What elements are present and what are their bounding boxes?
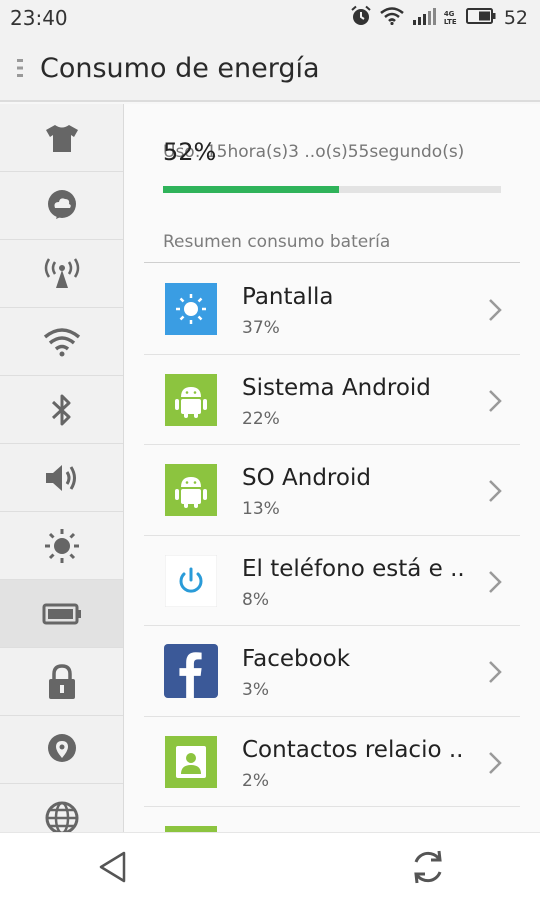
power-icon [164,554,218,608]
chevron-right-icon [489,480,502,502]
brightness-sun-icon [164,282,218,336]
sidebar-item-cloud[interactable] [0,172,123,240]
menu-handle-icon[interactable] [0,56,40,80]
status-bar: 23:40 4G LTE 52 [0,0,540,36]
item-percent: 8% [242,589,269,610]
battery-icon [42,603,81,624]
volume-icon [45,464,76,491]
item-name: Contactos relacio .. [242,736,464,763]
alarm-icon [350,5,372,31]
sidebar-item-sound[interactable] [0,444,123,512]
list-item[interactable]: Pantalla 37% [144,264,520,355]
sidebar-item-location[interactable] [0,716,123,784]
android-icon [164,373,218,427]
battery-level: 52 [503,7,528,29]
section-divider [144,262,520,263]
back-button[interactable] [96,849,130,889]
section-header: Resumen consumo batería [163,232,391,252]
status-icons: 4G LTE 52 [350,5,528,31]
battery-progress-bar [163,186,501,193]
chevron-right-icon [489,570,502,593]
facebook-icon [164,644,218,698]
lock-icon [48,663,75,699]
chevron-right-icon [489,389,502,412]
status-time: 23:40 [10,6,68,30]
sidebar-item-security[interactable] [0,648,123,716]
tshirt-icon [45,124,78,152]
battery-progress-fill [163,186,339,193]
app-bar: Consumo de energía [0,36,540,102]
sidebar-item-language[interactable] [0,784,123,832]
item-name: SO Android [242,465,371,491]
item-percent: 22% [242,408,280,429]
item-percent: 37% [242,318,280,338]
wifi-icon [43,327,80,356]
battery-usage-panel: Uso: 15hora(s)3 ..o(s)55segundo(s) 52% R… [124,104,540,832]
android-icon [164,463,218,517]
signal-icon [412,7,436,29]
consumption-list: Pantalla 37% Sistema Android 22% SO Andr… [144,264,520,832]
navigation-bar [0,832,540,900]
sidebar-item-hotspot[interactable] [0,240,123,308]
wifi-icon [380,7,404,29]
brightness-icon [44,528,79,563]
list-item[interactable]: El teléfono está e .. 8% [144,536,520,626]
chevron-right-icon [489,299,502,321]
battery-icon [465,8,496,28]
item-percent: 3% [242,680,269,700]
sidebar-item-battery[interactable] [0,580,123,648]
sidebar-item-wifi[interactable] [0,308,123,376]
globe-icon [45,801,78,832]
refresh-button[interactable] [408,847,448,891]
settings-sidebar [0,104,124,832]
item-name: Facebook [242,646,351,672]
item-percent: 2% [242,770,269,791]
list-item[interactable]: Facebook 3% [144,626,520,717]
hotspot-antenna-icon [44,257,79,288]
usage-header: Uso: 15hora(s)3 ..o(s)55segundo(s) 52% [163,138,503,170]
list-item[interactable]: Sistema Android 22% [144,355,520,445]
contact-icon [164,735,218,789]
page-title: Consumo de energía [40,52,320,84]
back-icon [99,851,126,883]
item-percent: 13% [242,499,280,519]
refresh-icon [414,850,442,884]
location-pin-icon [47,733,76,762]
sidebar-item-display[interactable] [0,512,123,580]
sidebar-item-theme[interactable] [0,104,123,172]
sidebar-item-bluetooth[interactable] [0,376,123,444]
item-name: El teléfono está e .. [242,555,465,582]
item-name: Sistema Android [242,374,431,401]
battery-percent: 52% [163,138,217,166]
item-name: Pantalla [242,284,334,310]
list-item-partial[interactable] [144,807,520,832]
app-icon [164,825,218,832]
chevron-right-icon [489,751,502,774]
bluetooth-icon [51,394,70,425]
cloud-chat-icon [47,189,76,219]
chevron-right-icon [489,661,502,683]
list-item[interactable]: SO Android 13% [144,445,520,536]
list-item[interactable]: Contactos relacio .. 2% [144,717,520,807]
network-type-label: 4G LTE [443,10,457,26]
